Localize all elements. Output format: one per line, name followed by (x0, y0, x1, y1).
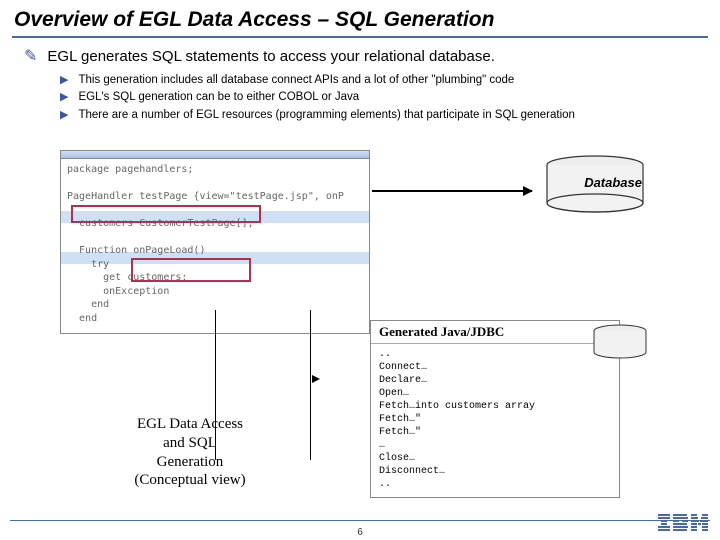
arrow-icon (372, 190, 532, 192)
arrow-icon (312, 375, 320, 383)
main-bullet-text: EGL generates SQL statements to access y… (47, 48, 494, 65)
caption-line: and SQL (105, 434, 275, 453)
code-line: end (67, 299, 109, 310)
page-number: 6 (357, 527, 363, 538)
generated-body: .. Connect… Declare… Open… Fetch…into cu… (371, 344, 619, 497)
code-line: onException (67, 286, 169, 297)
arrow-icon: ▶ (60, 89, 68, 106)
sub-bullet: ▶ There are a number of EGL resources (p… (60, 107, 720, 124)
caption-line: EGL Data Access (105, 415, 275, 434)
database-icon (590, 324, 650, 360)
bullet-icon: ✎ (24, 46, 37, 66)
code-line: package pagehandlers; (67, 164, 193, 175)
caption-line: (Conceptual view) (105, 471, 275, 490)
ibm-logo (658, 514, 708, 537)
highlight-box (131, 258, 251, 282)
main-bullet: ✎ EGL generates SQL statements to access… (0, 48, 720, 72)
code-line: Function onPageLoad() (67, 245, 205, 256)
code-window: package pagehandlers; PageHandler testPa… (60, 150, 370, 334)
title-underline (12, 36, 708, 38)
arrow-icon: ▶ (60, 107, 68, 124)
code-line: end (67, 313, 97, 324)
sub-bullet-list: ▶ This generation includes all database … (0, 72, 720, 124)
code-body: package pagehandlers; PageHandler testPa… (61, 159, 369, 333)
code-titlebar (61, 151, 369, 159)
caption-line: Generation (105, 453, 275, 472)
connector-line (310, 310, 311, 460)
footer: 6 (0, 520, 720, 540)
diagram-area: package pagehandlers; PageHandler testPa… (60, 150, 660, 490)
sub-bullet: ▶ This generation includes all database … (60, 72, 720, 89)
code-line: try (67, 259, 109, 270)
sub-bullet-text: EGL's SQL generation can be to either CO… (78, 89, 359, 106)
highlight-box (71, 205, 261, 223)
slide-title: Overview of EGL Data Access – SQL Genera… (0, 0, 720, 36)
sub-bullet: ▶ EGL's SQL generation can be to either … (60, 89, 720, 106)
database-label: Database (584, 175, 642, 190)
diagram-caption: EGL Data Access and SQL Generation (Conc… (105, 415, 275, 490)
footer-rule (10, 520, 710, 521)
generated-code-window: Generated Java/JDBC .. Connect… Declare…… (370, 320, 620, 498)
sub-bullet-text: This generation includes all database co… (78, 72, 514, 89)
sub-bullet-text: There are a number of EGL resources (pro… (78, 107, 574, 124)
generated-title: Generated Java/JDBC (371, 321, 619, 344)
arrow-icon: ▶ (60, 72, 68, 89)
code-line: PageHandler testPage {view="testPage.jsp… (67, 191, 344, 202)
